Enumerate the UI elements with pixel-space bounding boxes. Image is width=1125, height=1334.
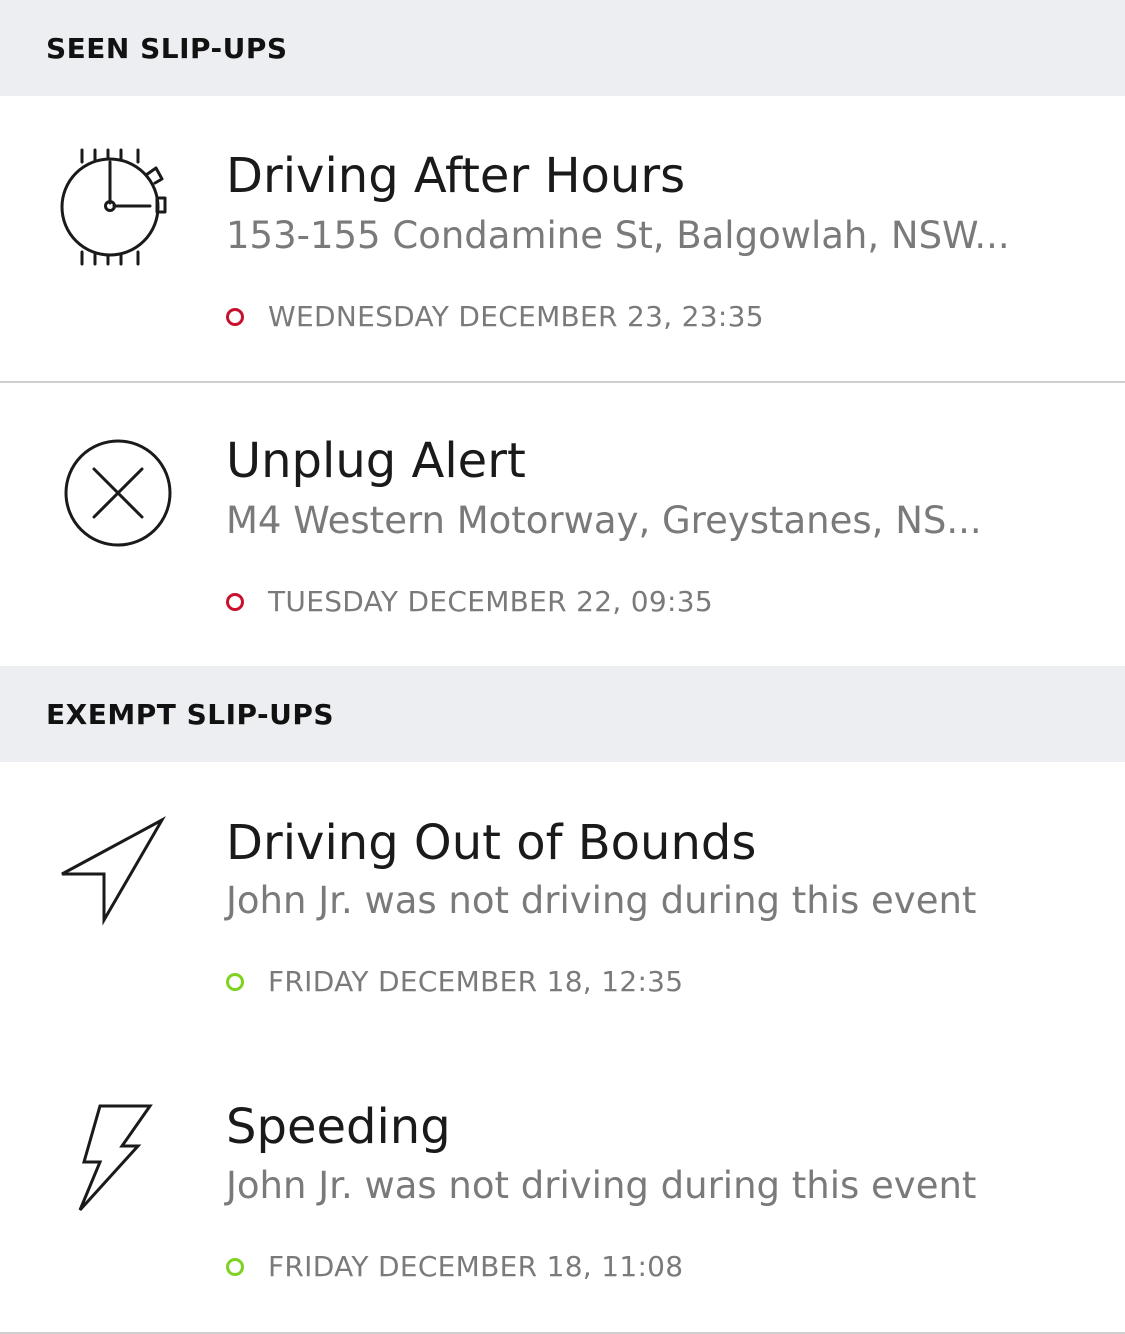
status-dot-green	[226, 1257, 244, 1276]
slip-up-row-unplug-alert[interactable]: Unplug Alert M4 Western Motorway, Greyst…	[0, 383, 1125, 666]
slip-up-meta: FRIDAY DECEMBER 18, 11:08	[226, 1250, 683, 1283]
slip-up-meta: TUESDAY DECEMBER 22, 09:35	[226, 585, 713, 618]
slip-up-row-driving-out-of-bounds[interactable]: Driving Out of Bounds John Jr. was not d…	[0, 762, 1125, 1047]
slip-up-datetime: TUESDAY DECEMBER 22, 09:35	[268, 585, 713, 618]
slip-up-datetime: WEDNESDAY DECEMBER 23, 23:35	[268, 300, 764, 333]
clock-watch-icon	[52, 146, 182, 276]
slip-up-title: Driving Out of Bounds	[226, 815, 757, 871]
status-dot-red	[226, 592, 244, 611]
navigation-arrow-icon	[52, 816, 182, 946]
status-dot-green	[226, 972, 244, 991]
slip-up-title: Unplug Alert	[226, 433, 526, 489]
unplug-x-icon	[52, 433, 182, 563]
slip-up-title: Speeding	[226, 1099, 451, 1155]
slip-up-description: John Jr. was not driving during this eve…	[226, 1164, 977, 1207]
slip-up-title: Driving After Hours	[226, 148, 686, 204]
slip-up-meta: FRIDAY DECEMBER 18, 12:35	[226, 965, 683, 998]
slip-up-datetime: FRIDAY DECEMBER 18, 12:35	[268, 965, 684, 998]
slip-up-location: 153-155 Condamine St, Balgowlah, NSW...	[226, 214, 1010, 257]
status-dot-red	[226, 307, 244, 326]
slip-up-location: M4 Western Motorway, Greystanes, NS...	[226, 499, 982, 542]
lightning-bolt-icon	[52, 1100, 182, 1230]
slip-up-description: John Jr. was not driving during this eve…	[226, 879, 977, 922]
section-header-label: EXEMPT SLIP-UPS	[46, 697, 335, 731]
slip-up-meta: WEDNESDAY DECEMBER 23, 23:35	[226, 300, 764, 333]
section-header-exempt: EXEMPT SLIP-UPS	[0, 666, 1125, 762]
section-header-seen: SEEN SLIP-UPS	[0, 0, 1125, 96]
slip-up-row-driving-after-hours[interactable]: Driving After Hours 153-155 Condamine St…	[0, 96, 1125, 383]
slip-up-datetime: FRIDAY DECEMBER 18, 11:08	[268, 1250, 684, 1283]
slip-up-row-speeding[interactable]: Speeding John Jr. was not driving during…	[0, 1047, 1125, 1334]
section-header-label: SEEN SLIP-UPS	[46, 31, 288, 65]
slip-ups-list: SEEN SLIP-UPS Driving After Hours 153-15…	[0, 0, 1125, 1334]
